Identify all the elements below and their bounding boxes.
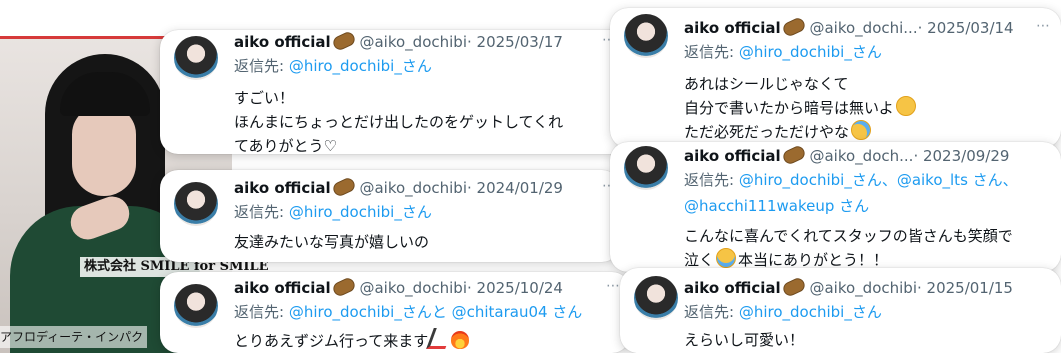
- loudly-crying-icon: [716, 248, 737, 268]
- photo-caption-bottom: アフロディーテ・インパク: [0, 326, 148, 348]
- tweet-text-line: あれはシールじゃなくて: [684, 75, 849, 93]
- reply-mention[interactable]: @hiro_dochibi_さん: [739, 43, 882, 61]
- handle[interactable]: @aiko_dochi...: [809, 19, 917, 37]
- more-options-icon[interactable]: ⋯: [1036, 18, 1051, 34]
- tweet-text-segment: ただ必死だっただけやな: [684, 123, 850, 141]
- handle[interactable]: @aiko_dochibi: [359, 33, 467, 51]
- tweet-date[interactable]: · 2025/10/24: [467, 279, 563, 297]
- tweet-text: あれはシールじゃなくて 自分で書いたから暗号は無いよ ただ必死だっただけやな: [684, 72, 1054, 144]
- tweet-text: こんなに喜んでくれてスタッフの皆さんも笑顔で 泣く 本当にありがとう！！: [684, 224, 1060, 272]
- display-name[interactable]: aiko official: [684, 147, 781, 165]
- reply-mention[interactable]: @hacchi111wakeup さん: [684, 197, 869, 215]
- tweet-date[interactable]: · 2024/01/29: [467, 179, 563, 197]
- tweet-card[interactable]: aiko official @aiko_doch...· 2023/09/29 …: [610, 142, 1061, 272]
- tweet-text-segment: 自分で書いたから暗号は無いよ: [684, 99, 894, 117]
- handle[interactable]: @aiko_dochibi: [359, 279, 467, 297]
- reply-to: 返信先: @hiro_dochibi_さん: [234, 56, 432, 76]
- reply-label: 返信先:: [234, 57, 289, 75]
- tweet-header: aiko official @aiko_dochibi· 2025/03/17: [234, 30, 563, 52]
- reply-label: 返信先:: [684, 303, 739, 321]
- tweet-header: aiko official @aiko_dochibi· 2025/10/24: [234, 276, 563, 298]
- tweet-text: 友達みたいな写真が嬉しいの: [234, 233, 430, 251]
- potato-emoji-icon: [330, 30, 357, 52]
- tweet-text-line: こんなに喜んでくれてスタッフの皆さんも笑顔で: [684, 227, 1013, 245]
- avatar[interactable]: [174, 284, 218, 328]
- display-name[interactable]: aiko official: [684, 19, 781, 37]
- potato-emoji-icon: [330, 276, 357, 298]
- tweet-header: aiko official @aiko_dochi...· 2025/03/14: [684, 16, 1014, 38]
- tweet-date[interactable]: · 2025/03/17: [467, 33, 563, 51]
- tweet-text: すごい！ ほんまにちょっとだけ出したのをゲットしてくれ てありがとう♡: [234, 89, 564, 154]
- display-name[interactable]: aiko official: [234, 279, 331, 297]
- tweet-date[interactable]: · 2025/03/14: [918, 19, 1014, 37]
- potato-emoji-icon: [780, 16, 807, 38]
- avatar[interactable]: [624, 146, 668, 190]
- running-person-icon: [426, 328, 454, 349]
- reply-to: 返信先: @hiro_dochibi_さん: [234, 202, 432, 222]
- reply-to-continued: @hacchi111wakeup さん: [684, 196, 869, 216]
- avatar[interactable]: [634, 276, 678, 320]
- reply-mention[interactable]: @hiro_dochibi_さん: [289, 203, 432, 221]
- photo-face: [72, 106, 136, 196]
- reply-mention[interactable]: @hiro_dochibi_さんと @chitarau04 さん: [289, 303, 582, 321]
- tweet-header: aiko official @aiko_doch...· 2023/09/29: [684, 144, 1009, 166]
- tweet-text-segment: 本当にありがとう！！: [738, 251, 889, 269]
- tweet-text-line: ただ必死だっただけやな: [684, 120, 1054, 144]
- handle[interactable]: @aiko_dochibi: [809, 279, 917, 297]
- tweet-card[interactable]: aiko official @aiko_dochibi· 2025/03/17 …: [160, 30, 636, 154]
- handle[interactable]: @aiko_dochibi: [359, 179, 467, 197]
- potato-emoji-icon: [780, 144, 807, 166]
- tweet-card[interactable]: aiko official @aiko_dochi...· 2025/03/14…: [610, 8, 1061, 148]
- reply-label: 返信先:: [234, 303, 289, 321]
- tweet-text: とりあえずジム行って来ます: [234, 328, 624, 353]
- reply-mention[interactable]: @hiro_dochibi_さん: [739, 303, 882, 321]
- display-name[interactable]: aiko official: [234, 33, 331, 51]
- tweet-text-line: 自分で書いたから暗号は無いよ: [684, 96, 1054, 120]
- reply-label: 返信先:: [684, 43, 739, 61]
- display-name[interactable]: aiko official: [234, 179, 331, 197]
- reply-to: 返信先: @hiro_dochibi_さんと @chitarau04 さん: [234, 302, 582, 322]
- reply-to: 返信先: @hiro_dochibi_さん: [684, 302, 882, 322]
- avatar[interactable]: [174, 36, 218, 80]
- tweet-card[interactable]: aiko official @aiko_dochibi· 2025/10/24 …: [160, 272, 630, 353]
- tweet-date[interactable]: · 2023/09/29: [913, 147, 1009, 165]
- relieved-face-icon: [895, 96, 916, 116]
- handle[interactable]: @aiko_doch...: [809, 147, 913, 165]
- potato-emoji-icon: [780, 276, 807, 298]
- reply-label: 返信先:: [234, 203, 289, 221]
- potato-emoji-icon: [330, 176, 357, 198]
- tweet-header: aiko official @aiko_dochibi· 2024/01/29: [234, 176, 563, 198]
- tears-of-joy-icon: [851, 120, 872, 140]
- tweet-text-segment: 泣く: [684, 251, 715, 269]
- reply-to: 返信先: @hiro_dochibi_さん: [684, 42, 882, 62]
- fire-icon: [451, 331, 470, 349]
- reply-label: 返信先:: [684, 171, 739, 189]
- tweet-text-segment: とりあえずジム行って来ます: [234, 332, 429, 350]
- avatar[interactable]: [624, 14, 668, 58]
- tweet-text: えらいし可愛い！: [684, 331, 805, 349]
- tweet-date[interactable]: · 2025/01/15: [917, 279, 1013, 297]
- more-options-icon[interactable]: ⋯: [606, 278, 621, 294]
- reply-to: 返信先: @hiro_dochibi_さん、@aiko_lts さん、: [684, 170, 1018, 190]
- display-name[interactable]: aiko official: [684, 279, 781, 297]
- tweet-card[interactable]: aiko official @aiko_dochibi· 2025/01/15 …: [620, 268, 1061, 353]
- reply-mention[interactable]: @hiro_dochibi_さん、@aiko_lts さん、: [739, 171, 1018, 189]
- tweet-header: aiko official @aiko_dochibi· 2025/01/15: [684, 276, 1013, 298]
- avatar[interactable]: [174, 182, 218, 226]
- tweet-card[interactable]: aiko official @aiko_dochibi· 2024/01/29 …: [160, 170, 620, 262]
- reply-mention[interactable]: @hiro_dochibi_さん: [289, 57, 432, 75]
